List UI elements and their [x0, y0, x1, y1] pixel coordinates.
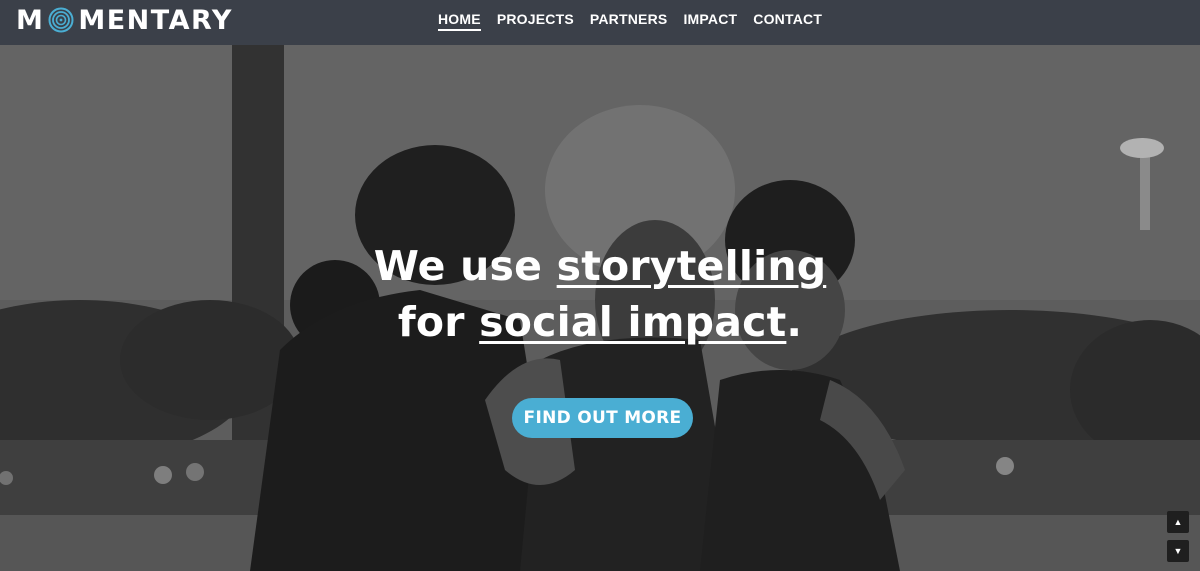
hero-headline: We use storytelling for social impact.	[0, 238, 1200, 350]
nav-item-home[interactable]: HOME	[438, 11, 481, 31]
scroll-up-icon[interactable]: ▲	[1167, 511, 1189, 533]
headline-prefix-2: for	[397, 298, 480, 346]
headline-emphasis-storytelling: storytelling	[556, 242, 827, 290]
nav-item-partners[interactable]: PARTNERS	[590, 11, 668, 31]
main-nav: HOME PROJECTS PARTNERS IMPACT CONTACT	[438, 11, 838, 31]
headline-prefix-1: We use	[373, 242, 557, 290]
fingerprint-icon	[46, 7, 76, 33]
page: M MENTARY HOME PROJECTS PARTNERS IMPACT …	[0, 0, 1200, 571]
nav-item-projects[interactable]: PROJECTS	[497, 11, 574, 31]
momentary-logo[interactable]: M MENTARY	[16, 4, 233, 36]
nav-item-impact[interactable]: IMPACT	[683, 11, 737, 31]
find-out-more-button[interactable]: FIND OUT MORE	[512, 398, 693, 438]
hero-headline-line-2: for social impact.	[0, 294, 1200, 350]
scroll-down-icon[interactable]: ▼	[1167, 540, 1189, 562]
nav-item-contact[interactable]: CONTACT	[753, 11, 822, 31]
hero-headline-line-1: We use storytelling	[0, 238, 1200, 294]
headline-period: .	[786, 298, 803, 346]
logo-letters-rest: MENTARY	[78, 4, 233, 36]
top-navbar: M MENTARY HOME PROJECTS PARTNERS IMPACT …	[0, 0, 1200, 45]
headline-emphasis-social-impact: social impact	[479, 298, 787, 346]
logo-letter-m: M	[16, 4, 45, 36]
